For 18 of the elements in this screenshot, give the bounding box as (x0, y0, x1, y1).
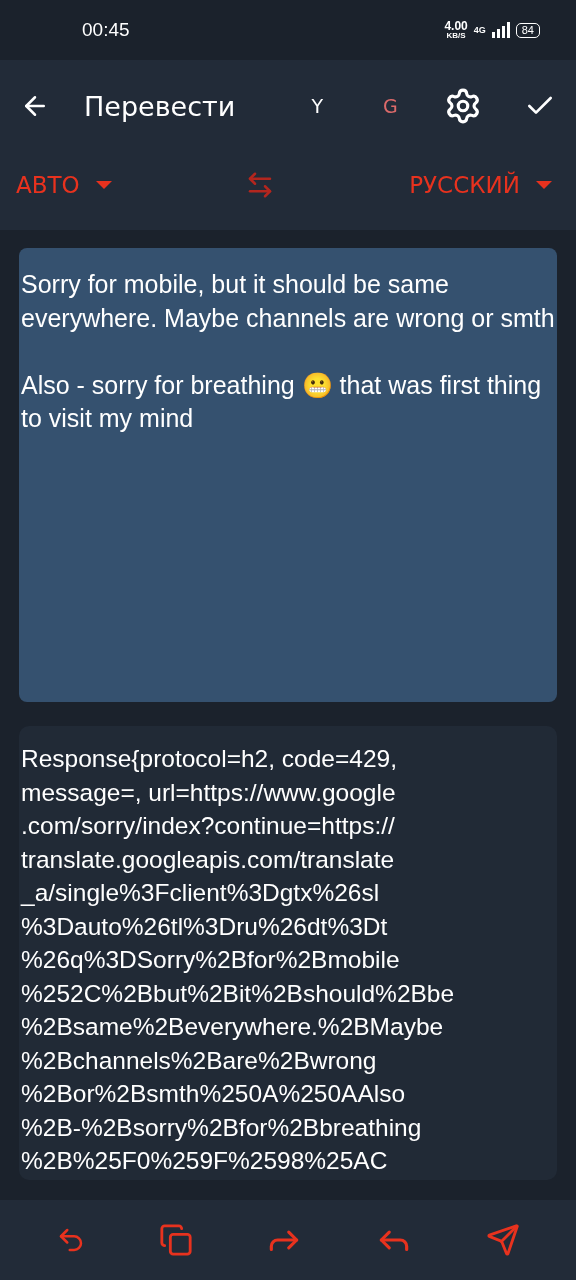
network-type: 4G (473, 25, 486, 35)
target-language-button[interactable]: РУССКИЙ (409, 172, 552, 198)
dropdown-icon (95, 181, 112, 189)
copy-button[interactable] (158, 1223, 193, 1257)
clock: 00:45 (82, 19, 130, 41)
dropdown-icon (536, 181, 552, 189)
signal-icon (491, 22, 510, 38)
speed-unit: KB/S (446, 32, 466, 40)
send-button[interactable] (485, 1223, 520, 1257)
settings-button[interactable] (444, 87, 482, 125)
source-language-button[interactable]: АВТО (16, 172, 112, 198)
engine-button[interactable]: Y (295, 95, 340, 117)
screen-title: Перевести (84, 90, 236, 122)
result-text: Response{protocol=h2, code=429, message=, url=https://www.google .com/sorry/index?continue=https:// translate.googleapis.com/translate _a/single%3Fclient%3Dgtx%26sl %3Dauto%26tl%3Dru%26dt%3Dt %26q%3DSorry%2Bfor%2Bmobile %252C%2Bbut%2Bit%2Bshould%2Bbe %2Bsame%2Beverywhere.%2BMaybe %2Bchannels%2Bare%2Bwrong %2Bor%2Bsmth%250A%250AAlso %2B-%2Bsorry%2Bfor%2Bbreathing %2B%25F0%259F%2598%25AC (19, 726, 557, 1180)
battery-level: 84 (515, 22, 540, 38)
source-text[interactable]: Sorry for mobile, but it should be same everywhere. Maybe channels are wrong or smth Also - sorry for breathing 😬 that was first thing to visit my mind (19, 248, 557, 702)
engine-button[interactable]: G (368, 95, 413, 117)
network-speed: 4.00 (444, 20, 468, 32)
